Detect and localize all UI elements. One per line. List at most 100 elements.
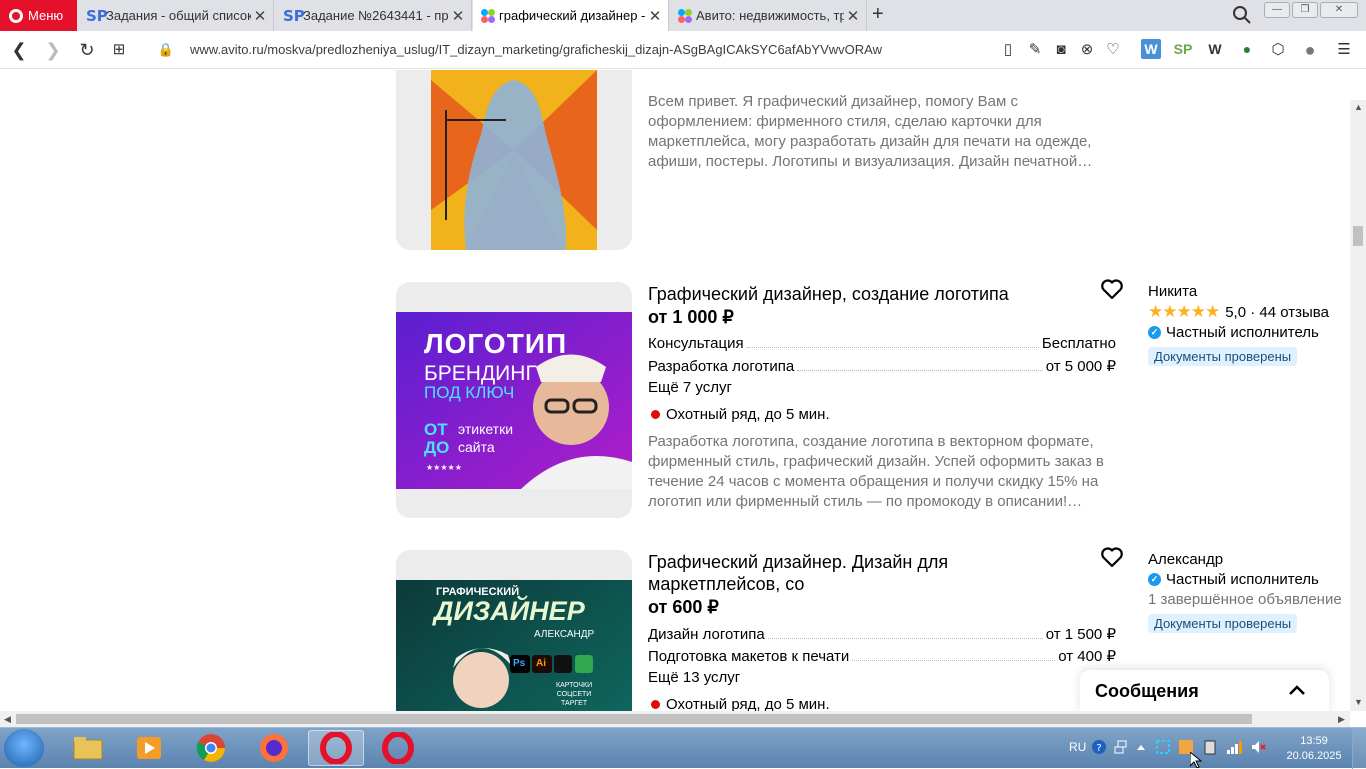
clipboard-icon[interactable]: [1202, 739, 1218, 755]
url-field[interactable]: www.avito.ru/moskva/predlozheniya_uslug/…: [190, 42, 882, 57]
seller-name-link[interactable]: Александр: [1148, 551, 1223, 568]
opera-icon[interactable]: [370, 730, 426, 766]
extension-w-icon[interactable]: W: [1141, 39, 1161, 59]
image-caption-to: ДО: [424, 438, 450, 457]
show-desktop-button[interactable]: [1352, 728, 1366, 769]
service-price: Бесплатно: [1041, 335, 1116, 352]
messages-widget[interactable]: Сообщения: [1080, 670, 1329, 711]
tab-graphic-designer[interactable]: графический дизайнер - Г ✕: [473, 0, 669, 31]
close-icon[interactable]: ✕: [646, 7, 664, 25]
scroll-right-arrow-icon[interactable]: ▶: [1338, 714, 1345, 725]
extension-wa-icon[interactable]: ●: [1237, 39, 1257, 59]
language-indicator[interactable]: RU: [1069, 740, 1086, 754]
volume-muted-icon[interactable]: [1250, 739, 1266, 755]
verified-check-icon: ✓: [1148, 326, 1161, 339]
sp-icon: SP: [283, 6, 305, 25]
response-text: Охотный ряд, до 5 мин.: [666, 696, 830, 711]
chrome-icon[interactable]: [183, 730, 239, 766]
show-hidden-icons[interactable]: [1133, 739, 1149, 755]
lock-icon[interactable]: 🔒: [155, 39, 177, 61]
reader-mode-icon[interactable]: ▯: [998, 40, 1018, 60]
service-price: от 400 ₽: [1058, 648, 1116, 665]
media-player-icon[interactable]: [121, 730, 177, 766]
chevron-up-icon[interactable]: [1287, 680, 1307, 700]
windows-taskbar: RU ? 13:59 20.06.2025: [0, 727, 1366, 769]
close-window-button[interactable]: ✕: [1320, 2, 1358, 18]
service-name: Подготовка макетов к печати: [648, 648, 850, 665]
scrollbar-thumb[interactable]: [16, 714, 1252, 724]
dotted-leader: [797, 370, 1043, 371]
verified-check-icon: ✓: [1148, 573, 1161, 586]
window-restore-icon[interactable]: [1113, 739, 1129, 755]
listing-description: Разработка логотипа, создание логотипа в…: [648, 433, 1104, 510]
cube-icon[interactable]: ⬡: [1268, 40, 1288, 60]
favorite-heart-icon[interactable]: [1100, 546, 1124, 568]
avito-icon: [678, 8, 692, 23]
menu-label: Меню: [28, 8, 64, 23]
heart-icon[interactable]: ♡: [1103, 40, 1123, 60]
search-icon[interactable]: [1232, 5, 1252, 25]
image-caption-logo: ЛОГОТИП: [424, 328, 568, 359]
tab-avito-home[interactable]: Авито: недвижимость, тра ✕: [670, 0, 867, 31]
profile-icon[interactable]: ●: [1300, 40, 1320, 60]
listing-image[interactable]: ЛОГОТИП БРЕНДИНГ ПОД КЛЮЧ ОТ этикетки ДО…: [396, 282, 632, 518]
sp-icon: SP: [86, 6, 108, 25]
reload-button[interactable]: ↻: [76, 39, 98, 61]
more-services-link[interactable]: Ещё 13 услуг: [648, 669, 740, 686]
tab-tasks-list[interactable]: SP Задания - общий список з ✕: [78, 0, 274, 31]
docs-verified-badge: Документы проверены: [1148, 347, 1298, 366]
tab-title: Задание №2643441 - прос: [303, 8, 449, 23]
minimize-button[interactable]: —: [1264, 2, 1290, 18]
opera-menu-button[interactable]: Меню: [0, 0, 77, 31]
service-row: Разработка логотипа от 5 000 ₽: [648, 357, 1116, 375]
block-icon[interactable]: ⊗: [1077, 40, 1097, 60]
scroll-left-arrow-icon[interactable]: ◀: [4, 714, 11, 725]
scroll-up-arrow-icon[interactable]: ▲: [1354, 102, 1363, 112]
listing-description: Всем привет. Я графический дизайнер, пом…: [648, 93, 1093, 170]
opera-icon[interactable]: [308, 730, 364, 766]
listing-image[interactable]: ГРАФИЧЕСКИЙ ДИЗАЙНЕР АЛЕКСАНДР Ps Ai КАР…: [396, 550, 632, 711]
menu-icon[interactable]: ☰: [1334, 40, 1354, 60]
tab-grid-icon[interactable]: ⊞: [108, 39, 130, 61]
scrollbar-thumb[interactable]: [1353, 226, 1363, 246]
screenshot-icon[interactable]: [1155, 739, 1171, 755]
firefox-icon[interactable]: [246, 730, 302, 766]
new-tab-button[interactable]: +: [872, 3, 884, 26]
start-button[interactable]: [4, 729, 44, 767]
forward-button[interactable]: ❯: [42, 39, 64, 61]
close-icon[interactable]: ✕: [449, 7, 467, 25]
explorer-icon[interactable]: [60, 730, 116, 766]
maximize-button[interactable]: ❐: [1292, 2, 1318, 18]
avito-icon: [481, 8, 495, 23]
opera-logo-icon: [9, 8, 23, 23]
extension-w2-icon[interactable]: W: [1205, 39, 1225, 59]
photoshop-icon: Ps: [513, 658, 526, 669]
service-name: Дизайн логотипа: [648, 626, 765, 643]
more-services-link[interactable]: Ещё 7 услуг: [648, 379, 732, 396]
rating-text[interactable]: 5,0 · 44 отзыва: [1225, 304, 1329, 321]
metro-dot-icon: [651, 700, 660, 709]
extension-sp-icon[interactable]: SP: [1173, 39, 1193, 59]
tab-title: Авито: недвижимость, тра: [696, 8, 844, 23]
listing-image[interactable]: [396, 70, 632, 250]
completed-ads-count: 1 завершённое объявление: [1148, 591, 1342, 608]
network-signal-icon[interactable]: [1226, 739, 1242, 755]
image-caption-name: АЛЕКСАНДР: [534, 629, 595, 640]
help-icon[interactable]: ?: [1091, 739, 1107, 755]
system-clock[interactable]: 13:59 20.06.2025: [1284, 734, 1344, 764]
service-row: Дизайн логотипа от 1 500 ₽: [648, 625, 1116, 643]
favorite-heart-icon[interactable]: [1100, 278, 1124, 300]
seller-rating: ★★★★★ 5,0 · 44 отзыва: [1148, 302, 1329, 322]
seller-name-link[interactable]: Никита: [1148, 283, 1197, 300]
listing-title-link[interactable]: Графический дизайнер. Дизайн для маркетп…: [648, 551, 988, 595]
back-button[interactable]: ❮: [8, 39, 30, 61]
listing-title-link[interactable]: Графический дизайнер, создание логотипа: [648, 283, 1009, 305]
edit-icon[interactable]: ✎: [1025, 40, 1045, 60]
close-icon[interactable]: ✕: [251, 7, 269, 25]
scroll-down-arrow-icon[interactable]: ▼: [1354, 697, 1363, 707]
tab-task-2643441[interactable]: SP Задание №2643441 - прос ✕: [275, 0, 472, 31]
camera-icon[interactable]: ◙: [1051, 40, 1071, 60]
close-icon[interactable]: ✕: [844, 7, 862, 25]
vertical-scrollbar[interactable]: ▲ ▼: [1350, 100, 1366, 711]
horizontal-scrollbar[interactable]: ◀ ▶: [0, 711, 1350, 727]
